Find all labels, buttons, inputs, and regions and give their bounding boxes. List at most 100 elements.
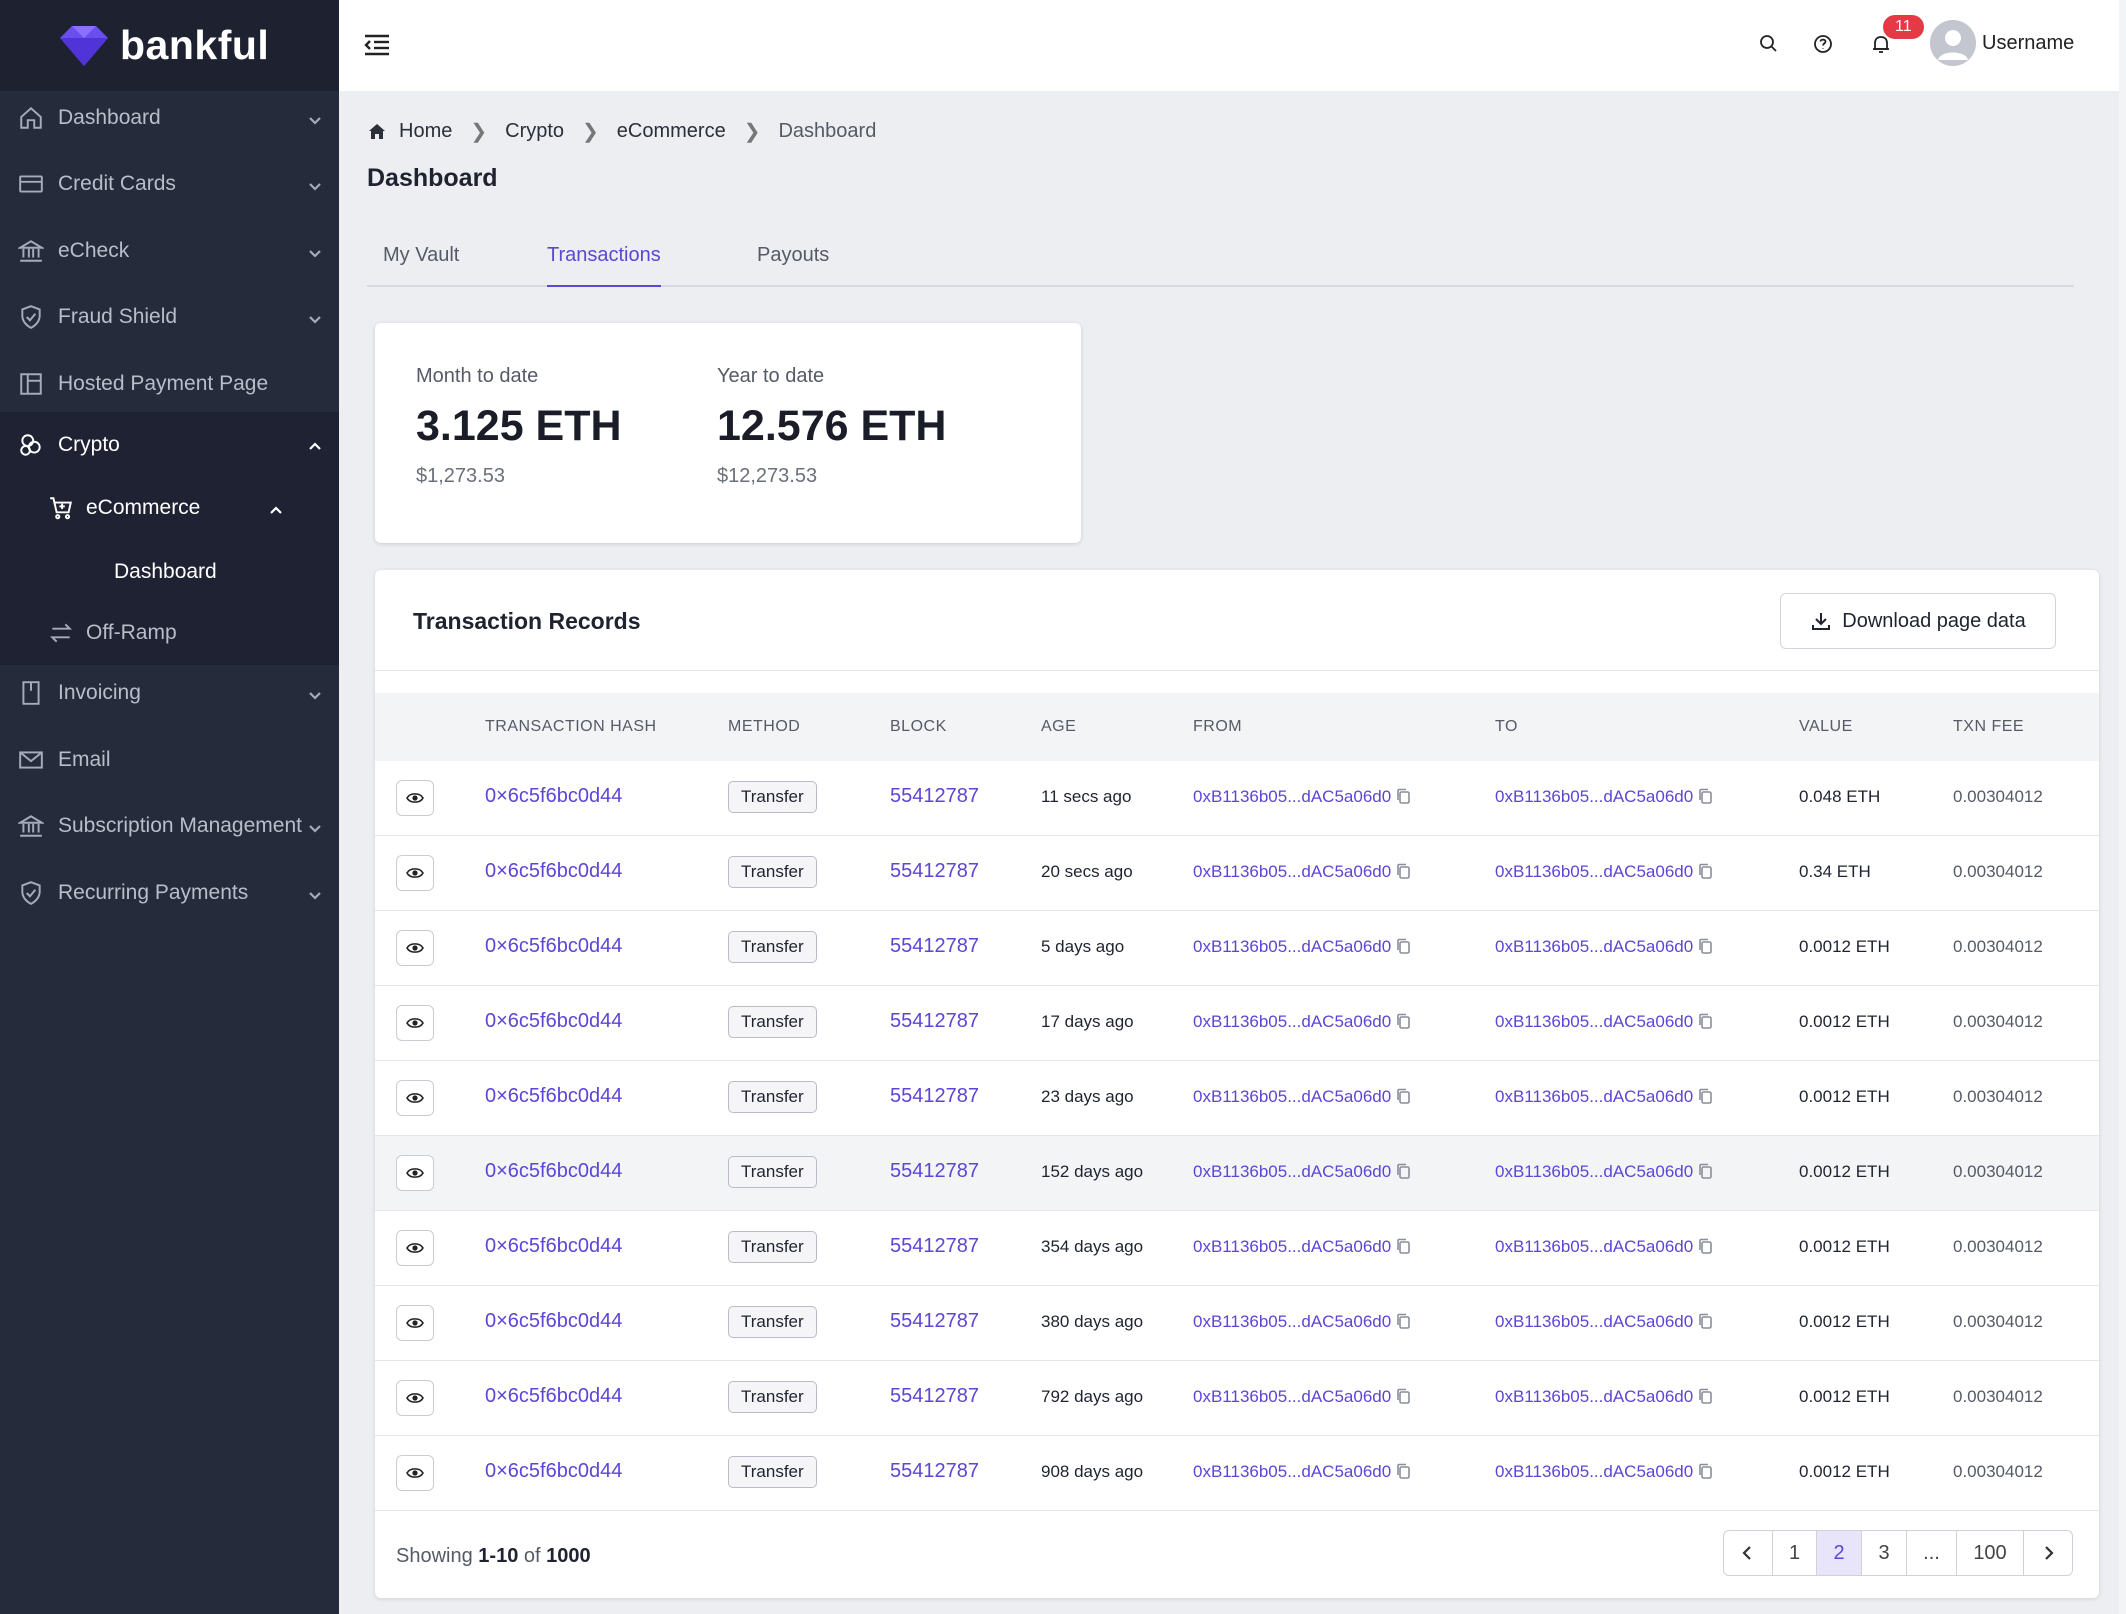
transaction-hash-link[interactable]: 0×6c5f6bc0d44 <box>485 860 622 883</box>
copy-icon[interactable] <box>1396 863 1411 880</box>
transaction-hash-link[interactable]: 0×6c5f6bc0d44 <box>485 1085 622 1108</box>
copy-icon[interactable] <box>1698 788 1713 805</box>
to-address-link[interactable]: 0xB1136b05...dAC5a06d0 <box>1495 787 1693 806</box>
table-row[interactable]: 0×6c5f6bc0d44 Transfer 55412787 5 days ago 0… <box>375 911 2099 986</box>
sidebar-item-crypto[interactable]: Crypto <box>0 412 339 478</box>
block-link[interactable]: 55412787 <box>890 1085 979 1108</box>
column-header[interactable]: AGE <box>1041 718 1076 736</box>
sidebar-item-ecommerce[interactable]: eCommerce <box>48 495 200 521</box>
copy-icon[interactable] <box>1396 1238 1411 1255</box>
copy-icon[interactable] <box>1396 788 1411 805</box>
sidebar-item-dashboard-sub[interactable]: Dashboard <box>114 560 217 584</box>
sidebar-item-dashboard[interactable]: Dashboard <box>0 85 339 151</box>
copy-icon[interactable] <box>1698 1163 1713 1180</box>
to-address-link[interactable]: 0xB1136b05...dAC5a06d0 <box>1495 1387 1693 1406</box>
copy-icon[interactable] <box>1698 1313 1713 1330</box>
breadcrumb-crypto[interactable]: Crypto <box>505 120 564 143</box>
sidebar-item-hosted-payment-page[interactable]: Hosted Payment Page <box>0 351 339 417</box>
sidebar-item-echeck[interactable]: eCheck <box>0 218 339 284</box>
tab-transactions[interactable]: Transactions <box>547 244 661 287</box>
transaction-hash-link[interactable]: 0×6c5f6bc0d44 <box>485 1010 622 1033</box>
block-link[interactable]: 55412787 <box>890 1460 979 1483</box>
page-button-3[interactable]: 3 <box>1862 1531 1907 1575</box>
page-button-2[interactable]: 2 <box>1817 1531 1862 1575</box>
sidebar-item-recurring-payments[interactable]: Recurring Payments <box>0 860 339 926</box>
avatar[interactable] <box>1930 20 1976 66</box>
prev-page-button[interactable] <box>1724 1531 1773 1575</box>
to-address-link[interactable]: 0xB1136b05...dAC5a06d0 <box>1495 1087 1693 1106</box>
to-address-link[interactable]: 0xB1136b05...dAC5a06d0 <box>1495 1162 1693 1181</box>
username[interactable]: Username <box>1982 32 2074 55</box>
copy-icon[interactable] <box>1396 1163 1411 1180</box>
transaction-hash-link[interactable]: 0×6c5f6bc0d44 <box>485 1310 622 1333</box>
copy-icon[interactable] <box>1396 1013 1411 1030</box>
transaction-hash-link[interactable]: 0×6c5f6bc0d44 <box>485 1160 622 1183</box>
tab-my-vault[interactable]: My Vault <box>383 244 459 285</box>
from-address-link[interactable]: 0xB1136b05...dAC5a06d0 <box>1193 1237 1391 1256</box>
column-header[interactable]: TO <box>1495 718 1518 736</box>
transaction-hash-link[interactable]: 0×6c5f6bc0d44 <box>485 1460 622 1483</box>
sidebar-item-fraud-shield[interactable]: Fraud Shield <box>0 284 339 350</box>
copy-icon[interactable] <box>1396 938 1411 955</box>
sidebar-item-email[interactable]: Email <box>0 727 339 793</box>
table-row[interactable]: 0×6c5f6bc0d44 Transfer 55412787 152 days ag… <box>375 1136 2099 1211</box>
transaction-hash-link[interactable]: 0×6c5f6bc0d44 <box>485 785 622 808</box>
view-icon[interactable] <box>396 780 434 816</box>
table-row[interactable]: 0×6c5f6bc0d44 Transfer 55412787 20 secs ago… <box>375 836 2099 911</box>
from-address-link[interactable]: 0xB1136b05...dAC5a06d0 <box>1193 937 1391 956</box>
from-address-link[interactable]: 0xB1136b05...dAC5a06d0 <box>1193 1462 1391 1481</box>
block-link[interactable]: 55412787 <box>890 1385 979 1408</box>
table-row[interactable]: 0×6c5f6bc0d44 Transfer 55412787 792 days ag… <box>375 1361 2099 1436</box>
page-button-100[interactable]: 100 <box>1957 1531 2024 1575</box>
page-button-1[interactable]: 1 <box>1773 1531 1817 1575</box>
to-address-link[interactable]: 0xB1136b05...dAC5a06d0 <box>1495 1012 1693 1031</box>
block-link[interactable]: 55412787 <box>890 1235 979 1258</box>
to-address-link[interactable]: 0xB1136b05...dAC5a06d0 <box>1495 1312 1693 1331</box>
copy-icon[interactable] <box>1698 938 1713 955</box>
copy-icon[interactable] <box>1698 1388 1713 1405</box>
block-link[interactable]: 55412787 <box>890 860 979 883</box>
copy-icon[interactable] <box>1698 1088 1713 1105</box>
table-row[interactable]: 0×6c5f6bc0d44 Transfer 55412787 23 days ago… <box>375 1061 2099 1136</box>
from-address-link[interactable]: 0xB1136b05...dAC5a06d0 <box>1193 1012 1391 1031</box>
sidebar-item-subscription-management[interactable]: Subscription Management <box>0 793 339 859</box>
to-address-link[interactable]: 0xB1136b05...dAC5a06d0 <box>1495 937 1693 956</box>
from-address-link[interactable]: 0xB1136b05...dAC5a06d0 <box>1193 1312 1391 1331</box>
menu-collapse-icon[interactable] <box>361 29 393 61</box>
view-icon[interactable] <box>396 1080 434 1116</box>
page-scrollbar[interactable] <box>2119 0 2126 1614</box>
copy-icon[interactable] <box>1698 863 1713 880</box>
column-header[interactable]: FROM <box>1193 718 1242 736</box>
home-icon[interactable] <box>367 122 387 142</box>
to-address-link[interactable]: 0xB1136b05...dAC5a06d0 <box>1495 1462 1693 1481</box>
sidebar-item-credit-cards[interactable]: Credit Cards <box>0 151 339 217</box>
transaction-hash-link[interactable]: 0×6c5f6bc0d44 <box>485 1235 622 1258</box>
sidebar-item-invoicing[interactable]: Invoicing <box>0 660 339 726</box>
sidebar-item-off-ramp[interactable]: Off-Ramp <box>48 620 177 646</box>
view-icon[interactable] <box>396 1455 434 1491</box>
column-header[interactable]: TXN FEE <box>1953 718 2024 736</box>
copy-icon[interactable] <box>1698 1013 1713 1030</box>
view-icon[interactable] <box>396 1005 434 1041</box>
from-address-link[interactable]: 0xB1136b05...dAC5a06d0 <box>1193 1087 1391 1106</box>
from-address-link[interactable]: 0xB1136b05...dAC5a06d0 <box>1193 1162 1391 1181</box>
brand-logo[interactable]: bankful <box>0 0 339 91</box>
copy-icon[interactable] <box>1396 1088 1411 1105</box>
copy-icon[interactable] <box>1396 1463 1411 1480</box>
table-row[interactable]: 0×6c5f6bc0d44 Transfer 55412787 380 days ag… <box>375 1286 2099 1361</box>
help-icon[interactable] <box>1809 30 1837 58</box>
next-page-button[interactable] <box>2024 1531 2072 1575</box>
column-header[interactable]: BLOCK <box>890 718 947 736</box>
table-row[interactable]: 0×6c5f6bc0d44 Transfer 55412787 17 days ago… <box>375 986 2099 1061</box>
from-address-link[interactable]: 0xB1136b05...dAC5a06d0 <box>1193 787 1391 806</box>
block-link[interactable]: 55412787 <box>890 1010 979 1033</box>
copy-icon[interactable] <box>1698 1238 1713 1255</box>
table-row[interactable]: 0×6c5f6bc0d44 Transfer 55412787 908 days ag… <box>375 1436 2099 1511</box>
transaction-hash-link[interactable]: 0×6c5f6bc0d44 <box>485 935 622 958</box>
breadcrumb-ecommerce[interactable]: eCommerce <box>617 120 726 143</box>
transaction-hash-link[interactable]: 0×6c5f6bc0d44 <box>485 1385 622 1408</box>
block-link[interactable]: 55412787 <box>890 935 979 958</box>
breadcrumb-home[interactable]: Home <box>399 120 452 143</box>
column-header[interactable]: VALUE <box>1799 718 1853 736</box>
tab-payouts[interactable]: Payouts <box>757 244 829 285</box>
